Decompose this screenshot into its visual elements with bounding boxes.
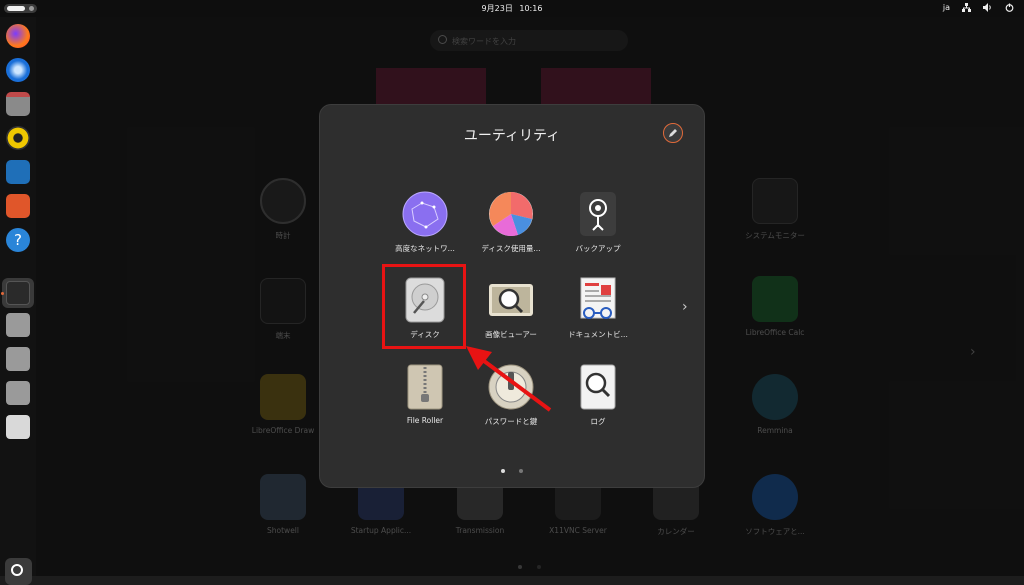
logs-icon [575, 364, 621, 410]
app-tile-logs[interactable]: ログ [556, 364, 640, 427]
folder-page-indicator[interactable] [519, 469, 523, 473]
terminal-icon [6, 281, 30, 305]
top-bar: 9月23日 10:16 ja [0, 0, 1024, 17]
app-tile-file-roller[interactable]: File Roller [383, 364, 467, 425]
backup-icon [575, 191, 621, 237]
network-icon[interactable] [962, 3, 971, 14]
app-tile-disk-usage-analyzer[interactable]: ディスク使用量... [469, 191, 553, 254]
advanced-network-icon [402, 191, 448, 237]
annotation-arrow [466, 346, 552, 412]
folder-next-page-button[interactable]: › [682, 299, 688, 315]
app-tile-advanced-network[interactable]: 高度なネットワ... [383, 191, 467, 254]
document-viewer-icon [575, 277, 621, 323]
dock: ? [0, 17, 36, 585]
rhythmbox-icon[interactable] [6, 126, 30, 150]
pencil-icon [669, 129, 677, 137]
app-tile-document-viewer[interactable]: ドキュメントビ... [556, 277, 640, 340]
folder-page-indicator-active[interactable] [501, 469, 505, 473]
app-tile-label: 高度なネットワ... [395, 244, 455, 253]
files-icon[interactable] [6, 92, 30, 116]
app-tile-label: バックアップ [575, 244, 621, 253]
app-tile-label: 画像ビューアー [485, 330, 537, 339]
app-tile-image-viewer[interactable]: 画像ビューアー [469, 277, 553, 340]
running-indicator [1, 292, 4, 295]
disk-drive-icon[interactable] [6, 381, 30, 405]
disk-drive-icon[interactable] [6, 347, 30, 371]
app-tile-backup[interactable]: バックアップ [556, 191, 640, 254]
show-apps-button[interactable] [5, 558, 32, 585]
clock[interactable]: 9月23日 10:16 [0, 3, 1024, 14]
ubuntu-logo-icon [11, 564, 23, 576]
app-tile-label: ログ [590, 417, 606, 426]
app-center-icon[interactable] [6, 194, 30, 218]
file-roller-icon [402, 364, 448, 410]
app-tile-label: File Roller [406, 416, 444, 425]
folder-title[interactable]: ユーティリティ [320, 125, 704, 145]
clock-time: 10:16 [519, 4, 543, 13]
image-viewer-icon [488, 277, 534, 323]
power-icon[interactable] [1005, 3, 1014, 14]
firefox-icon[interactable] [6, 24, 30, 48]
highlight-box [382, 264, 466, 349]
help-icon[interactable]: ? [6, 228, 30, 252]
system-tray[interactable]: ja [943, 3, 1014, 14]
thunderbird-icon[interactable] [6, 58, 30, 82]
libreoffice-writer-icon[interactable] [6, 160, 30, 184]
rename-folder-button[interactable] [663, 123, 683, 143]
terminal-dock-item[interactable] [2, 278, 34, 308]
app-folder-dialog: ユーティリティ 高度なネットワ... ディスク使用量... バックアップ ディス… [319, 104, 705, 488]
clock-date: 9月23日 [481, 4, 513, 13]
volume-icon[interactable] [983, 3, 993, 14]
input-method-indicator[interactable]: ja [943, 3, 950, 14]
disk-usage-pie-icon [488, 191, 534, 237]
app-tile-label: ドキュメントビ... [568, 330, 628, 339]
trash-icon[interactable] [6, 415, 30, 439]
disk-drive-icon[interactable] [6, 313, 30, 337]
app-tile-label: ディスク使用量... [481, 244, 541, 253]
